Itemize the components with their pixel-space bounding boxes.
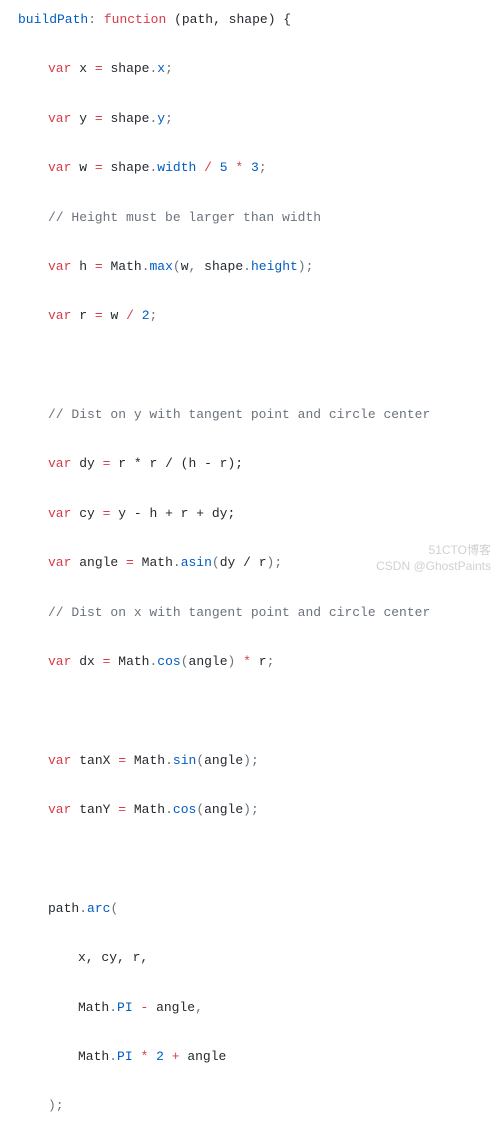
code-line: var dy = r * r / (h - r); <box>6 452 497 477</box>
code-line: Math.PI - angle, <box>6 996 497 1021</box>
code-line: path.arc( <box>6 897 497 922</box>
code-line: buildPath: function (path, shape) { <box>6 8 497 33</box>
code-comment: // Dist on x with tangent point and circ… <box>6 601 497 626</box>
code-line: var r = w / 2; <box>6 304 497 329</box>
code-line: var x = shape.x; <box>6 57 497 82</box>
blank-line <box>6 354 497 379</box>
code-line: var w = shape.width / 5 * 3; <box>6 156 497 181</box>
code-comment: // Dist on y with tangent point and circ… <box>6 403 497 428</box>
code-line: Math.PI * 2 + angle <box>6 1045 497 1070</box>
blank-line <box>6 847 497 872</box>
blank-line <box>6 699 497 724</box>
code-line: var tanX = Math.sin(angle); <box>6 749 497 774</box>
code-line: var h = Math.max(w, shape.height); <box>6 255 497 280</box>
code-comment: // Height must be larger than width <box>6 206 497 231</box>
code-line: var cy = y - h + r + dy; <box>6 502 497 527</box>
code-block: buildPath: function (path, shape) { var … <box>6 8 497 1144</box>
code-line: var y = shape.y; <box>6 107 497 132</box>
code-line: x, cy, r, <box>6 946 497 971</box>
code-line: ); <box>6 1094 497 1119</box>
code-line: var dx = Math.cos(angle) * r; <box>6 650 497 675</box>
code-line: var angle = Math.asin(dy / r); <box>6 551 497 576</box>
code-line: var tanY = Math.cos(angle); <box>6 798 497 823</box>
